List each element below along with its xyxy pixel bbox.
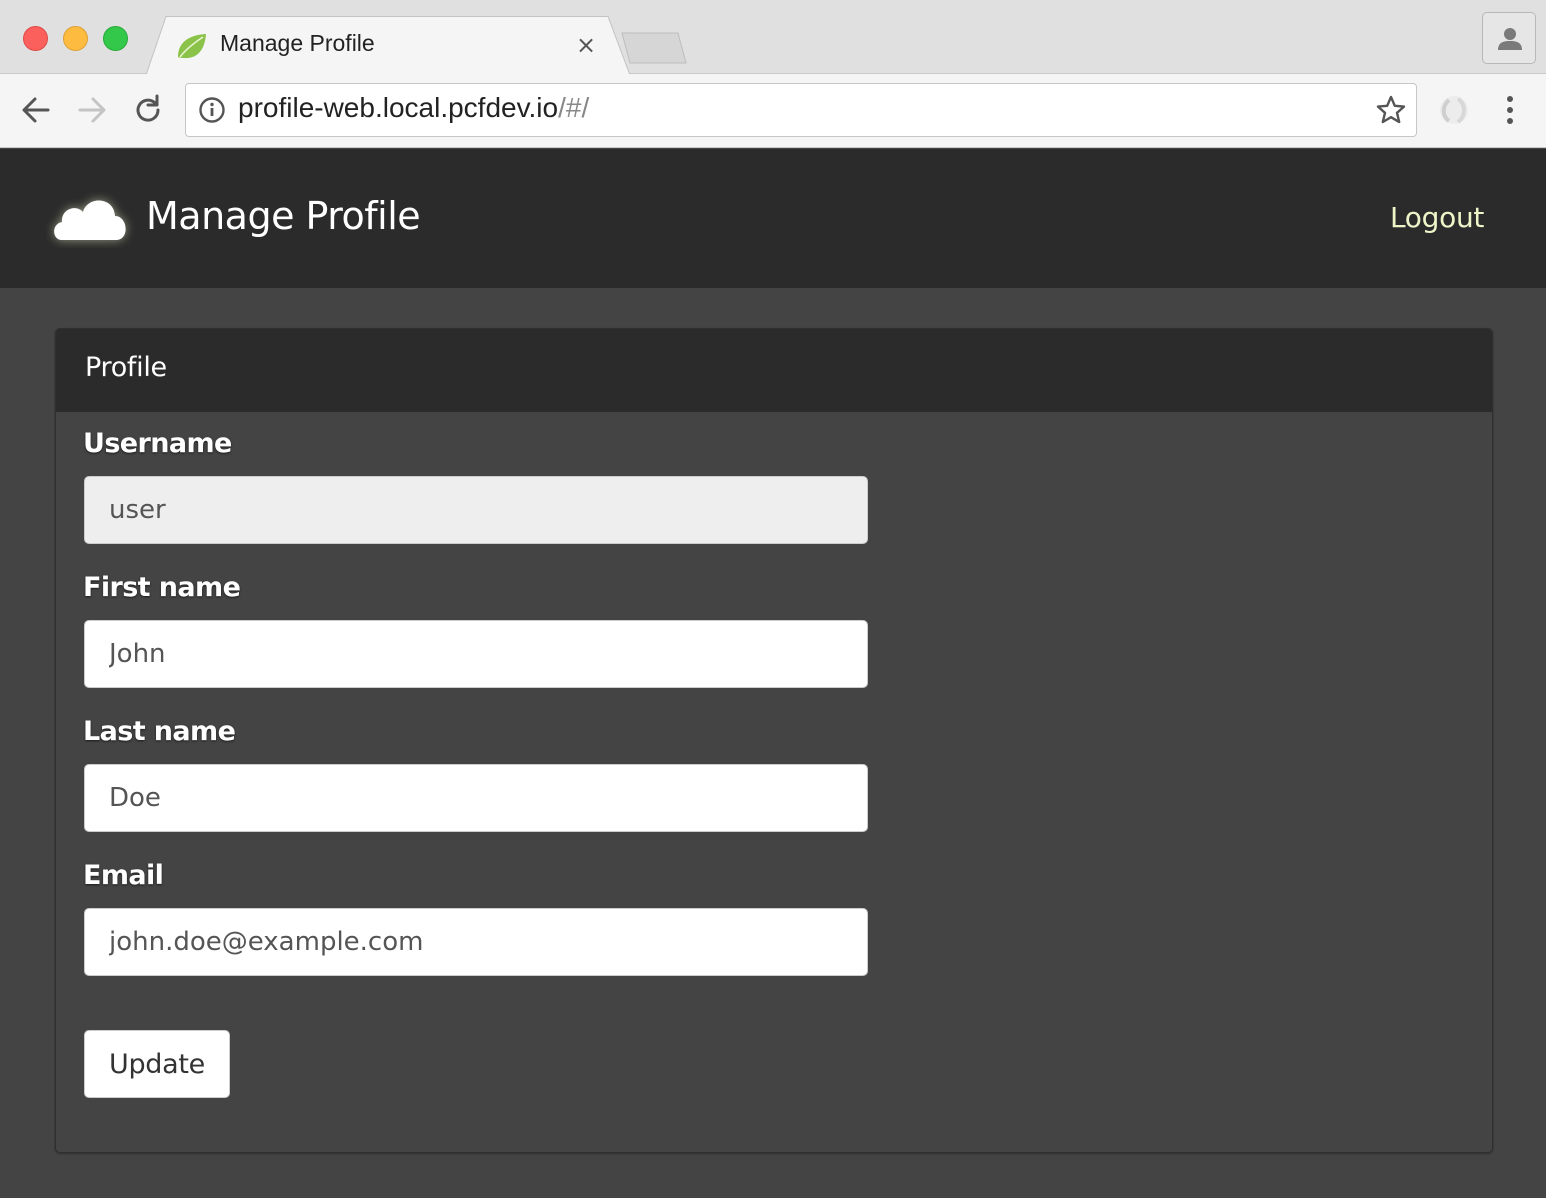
- panel-heading: [56, 329, 1492, 412]
- profile-button[interactable]: [1482, 12, 1536, 64]
- profile-panel: [55, 328, 1493, 1153]
- person-icon: [1498, 28, 1522, 50]
- first-name-label: First name: [83, 572, 241, 603]
- update-button[interactable]: Update: [84, 1030, 230, 1098]
- last-name-field[interactable]: [84, 764, 868, 832]
- panel-title: Profile: [85, 352, 167, 383]
- kebab-menu-icon[interactable]: [1496, 94, 1524, 126]
- window-minimize-button[interactable]: [63, 26, 88, 51]
- new-tab-button[interactable]: [620, 32, 688, 64]
- email-label: Email: [83, 860, 164, 891]
- logout-link[interactable]: Logout: [1390, 201, 1484, 234]
- app-title: Manage Profile: [146, 194, 421, 238]
- reload-icon[interactable]: [130, 92, 166, 128]
- last-name-label: Last name: [83, 716, 236, 747]
- back-arrow-icon[interactable]: [18, 92, 54, 128]
- cloud-logo-icon: [54, 200, 126, 240]
- window-close-button[interactable]: [23, 26, 48, 51]
- site-info-icon[interactable]: [198, 96, 226, 124]
- browser-tab-active[interactable]: [146, 16, 630, 75]
- bookmark-star-icon[interactable]: [1375, 94, 1407, 126]
- window-zoom-button[interactable]: [103, 26, 128, 51]
- username-label: Username: [83, 428, 232, 459]
- email-field[interactable]: [84, 908, 868, 976]
- extension-icon[interactable]: [1436, 92, 1472, 128]
- spring-leaf-icon: [178, 34, 206, 59]
- address-bar-url[interactable]: profile-web.local.pcfdev.io/#/: [238, 92, 589, 124]
- tab-close-icon[interactable]: ×: [574, 33, 598, 57]
- first-name-field[interactable]: [84, 620, 868, 688]
- url-path: /#/: [558, 92, 590, 123]
- url-host: profile-web.local.pcfdev.io: [238, 92, 559, 123]
- forward-arrow-icon[interactable]: [74, 92, 110, 128]
- tab-title: Manage Profile: [220, 30, 375, 56]
- username-field: [84, 476, 868, 544]
